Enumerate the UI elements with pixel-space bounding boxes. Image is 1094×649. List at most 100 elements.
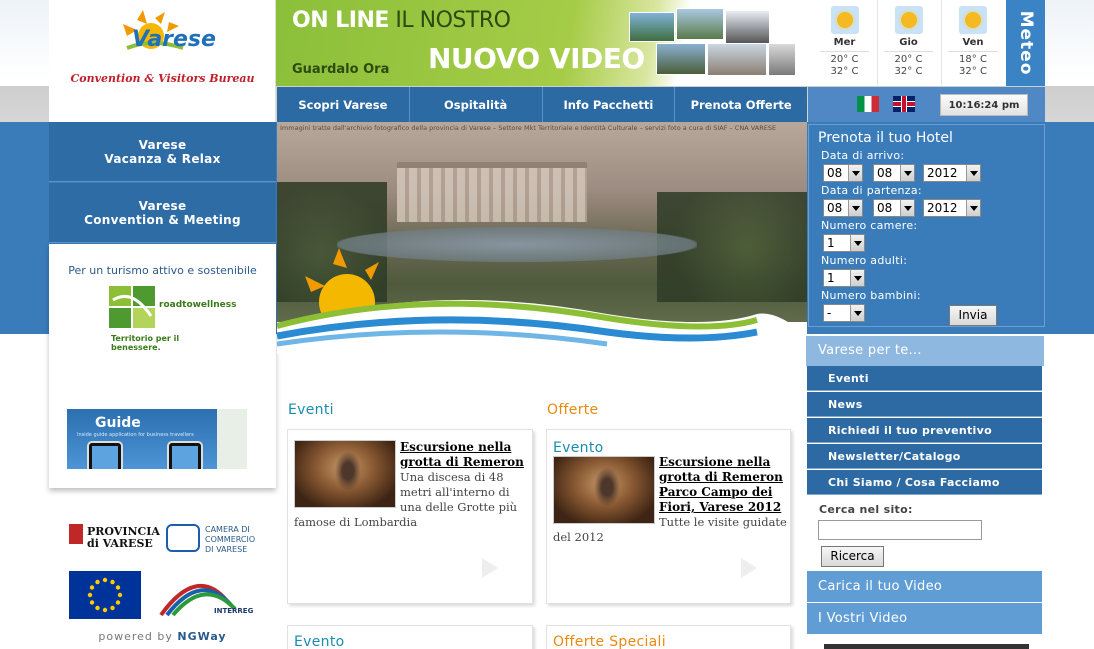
weather-day-ven: Ven 18° C 32° C — [940, 0, 1006, 86]
rtw-claim: Territorio per il benessere. — [111, 334, 180, 352]
left-menu-vacanza[interactable]: Varese Vacanza & Relax — [49, 122, 276, 182]
chevron-down-icon — [966, 200, 980, 216]
banner-line1-rest: IL NOSTRO — [388, 8, 511, 33]
eu-star — [89, 585, 95, 590]
meteo-tab[interactable]: Meteo — [1006, 0, 1045, 86]
clock: 10:16:24 pm — [940, 94, 1028, 116]
weather-day-name: Gio — [899, 37, 918, 48]
hero-villa — [397, 162, 587, 222]
banner-cta[interactable]: Guardalo Ora — [292, 62, 389, 77]
weather-temp-low: 20° C — [820, 51, 869, 66]
left-promo-panel: Per un turismo attivo e sostenibile road… — [49, 244, 276, 488]
left-menu-vacanza-line2: Vacanza & Relax — [104, 151, 221, 166]
offer-card-image[interactable] — [553, 456, 655, 524]
sidebar-item-preventivo[interactable]: Richiedi il tuo preventivo — [807, 418, 1042, 443]
rooms-label: Numero camere: — [821, 219, 918, 232]
rooms-select[interactable]: 1 — [823, 234, 865, 252]
powered-prefix: powered by — [98, 630, 173, 643]
adults-select[interactable]: 1 — [823, 269, 865, 287]
offer-card-title-line4[interactable]: Fiori, Varese 2012 — [659, 500, 781, 515]
your-videos-button[interactable]: I Vostri Video — [807, 603, 1042, 634]
offer-card-title-line1[interactable]: Escursione nella — [659, 455, 770, 470]
powered-by[interactable]: powered by NGWay — [49, 630, 276, 643]
turismo-tagline: Per un turismo attivo e sostenibile — [68, 264, 257, 277]
rtw-name: roadtowellness — [159, 300, 237, 310]
video-thumbnail[interactable] — [824, 644, 1029, 649]
offer-card-text-tail: del 2012 — [553, 530, 604, 544]
event-card-title-line1[interactable]: Escursione nella — [400, 440, 511, 455]
sidebar-item-eventi[interactable]: Eventi — [807, 366, 1042, 391]
offers-card-2: Offerte Speciali — [546, 625, 791, 649]
banner-line1-bold: ON LINE — [292, 8, 389, 33]
provincia-crest-icon — [69, 524, 83, 544]
weather-day-name: Ven — [962, 37, 984, 48]
arrival-label: Data di arrivo: — [821, 149, 905, 162]
chevron-down-icon — [848, 200, 862, 216]
children-label: Numero bambini: — [821, 289, 921, 302]
video-thumb — [725, 10, 770, 44]
departure-day-value: 08 — [827, 201, 843, 215]
video-thumb — [768, 43, 796, 76]
chevron-down-icon — [850, 305, 864, 321]
event-card: Escursione nella grotta di Remeron Una d… — [287, 429, 533, 604]
arrival-year-select[interactable]: 2012 — [923, 164, 981, 182]
sidebar-item-chi-siamo[interactable]: Chi Siamo / Cosa Facciamo — [807, 470, 1042, 495]
left-menu-convention-line1: Varese — [138, 198, 187, 213]
event-card-text-line2: metri all'interno di — [400, 485, 510, 499]
nav-info-pacchetti[interactable]: Info Pacchetti — [543, 87, 676, 122]
nav-ospitalita[interactable]: Ospitalità — [410, 87, 543, 122]
weather-day-mer: Mer 20° C 32° C — [812, 0, 878, 86]
children-select[interactable]: - — [823, 304, 865, 322]
sun-icon — [959, 6, 987, 34]
departure-month-select[interactable]: 08 — [873, 199, 915, 217]
chevron-down-icon — [966, 165, 980, 181]
event-card-image[interactable] — [294, 440, 396, 508]
english-flag-icon[interactable] — [893, 96, 915, 112]
video-banner[interactable]: ON LINE IL NOSTRO NUOVO VIDEO Guardalo O… — [276, 0, 808, 86]
departure-day-select[interactable]: 08 — [823, 199, 863, 217]
booking-submit-button[interactable]: Invia — [949, 305, 997, 326]
arrival-year-value: 2012 — [927, 166, 958, 180]
logo-box[interactable]: Varese Convention & Visitors Bureau — [49, 0, 276, 122]
eu-star — [115, 600, 121, 605]
weather-widget: Mer 20° C 32° C Gio 20° C 32° C Ven 18° … — [808, 0, 1006, 86]
roadtowellness-logo-icon — [109, 286, 155, 328]
sidebar-item-newsletter[interactable]: Newsletter/Catalogo — [807, 444, 1042, 469]
upload-video-button[interactable]: Carica il tuo Video — [807, 571, 1042, 602]
search-input[interactable] — [818, 520, 982, 540]
powered-brand: NGWay — [177, 630, 227, 643]
varese-guide-banner[interactable]: Guide Inside guide application for busin… — [67, 409, 217, 469]
departure-year-select[interactable]: 2012 — [923, 199, 981, 217]
arrival-day-select[interactable]: 08 — [823, 164, 863, 182]
camera-line2: COMMERCIO — [205, 535, 256, 544]
section-offerte-title: Offerte — [547, 402, 599, 418]
chevron-down-icon — [848, 165, 862, 181]
offer-card-text: Tutte le visite guidate — [659, 515, 787, 529]
play-icon[interactable] — [741, 558, 757, 578]
roadtowellness-banner[interactable]: roadtowellness Territorio per il benesse… — [109, 286, 236, 352]
sponsors-area: PROVINCIA di VARESE CAMERA DI COMMERCIO … — [49, 500, 276, 649]
italian-flag-icon[interactable] — [857, 96, 879, 112]
nav-prenota-offerte[interactable]: Prenota Offerte — [675, 87, 807, 122]
banner-line1: ON LINE IL NOSTRO — [292, 8, 511, 33]
eu-star — [102, 577, 108, 583]
guide-title: Guide — [95, 415, 141, 431]
weather-day-gio: Gio 20° C 32° C — [876, 0, 942, 86]
play-icon[interactable] — [482, 558, 498, 578]
eu-star — [95, 579, 100, 585]
sidebar-item-news[interactable]: News — [807, 392, 1042, 417]
video-thumb — [629, 12, 675, 42]
event-card-title-line2[interactable]: grotta di Remeron — [400, 455, 524, 470]
eu-star — [89, 600, 95, 605]
hotel-booking-form: Prenota il tuo Hotel Data di arrivo: 08 … — [808, 124, 1045, 327]
offer-card-title-line3[interactable]: Parco Campo dei — [659, 485, 772, 500]
offer-card-subtitle: Evento — [553, 440, 604, 456]
weather-temp-high: 32° C — [959, 66, 987, 77]
search-label: Cerca nel sito: — [819, 503, 913, 516]
nav-scopri-varese[interactable]: Scopri Varese — [277, 87, 410, 122]
arrival-month-select[interactable]: 08 — [873, 164, 915, 182]
search-button[interactable]: Ricerca — [821, 546, 884, 567]
chevron-down-icon — [850, 235, 864, 251]
cciaa-logo-icon — [166, 524, 200, 552]
left-menu-convention[interactable]: Varese Convention & Meeting — [49, 183, 276, 243]
